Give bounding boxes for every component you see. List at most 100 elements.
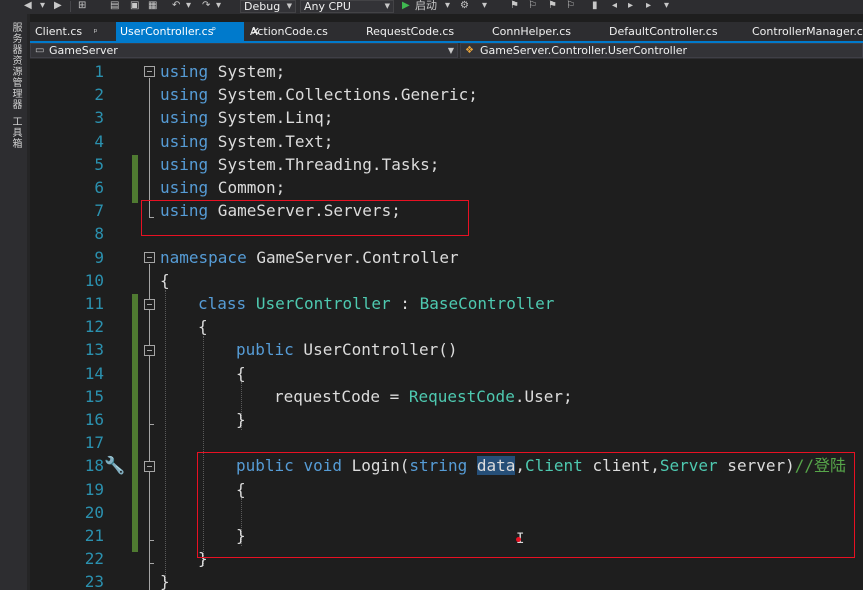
collapse-usings-icon[interactable] <box>144 66 155 77</box>
tab-client-cs[interactable]: Client.cs ᵖ <box>35 22 97 41</box>
code-token: Common; <box>208 178 286 197</box>
dropdown-arrow-icon[interactable]: ▾ <box>40 0 45 13</box>
platform-value: Any CPU <box>304 0 351 13</box>
pin-icon[interactable]: ᵖ <box>94 28 98 38</box>
tab-label: ControllerManager.cs <box>752 25 863 38</box>
navigation-bar: ▭ GameServer ▼ ❖ GameServer.Controller.U… <box>30 43 863 59</box>
bookmark-icon[interactable]: ▮ <box>592 0 598 13</box>
class-icon: ❖ <box>465 45 474 56</box>
tab-controllermanager-cs[interactable]: ControllerManager.cs <box>752 22 863 41</box>
project-dropdown[interactable]: ▭ GameServer ▼ <box>30 43 458 58</box>
new-project-icon[interactable]: ⊞ <box>78 0 86 13</box>
code-line: class UserController : BaseController <box>198 292 554 315</box>
line-number: 2 <box>94 85 104 105</box>
save-all-icon[interactable]: ▦ <box>148 0 157 13</box>
tab-usercontroller-cs[interactable]: UserController.cs ᵖ ✕ <box>116 22 260 41</box>
code-token: using <box>160 62 209 81</box>
undo-icon[interactable]: ↶ <box>172 0 180 13</box>
chevron-down-icon: ▼ <box>447 46 454 55</box>
code-line: using System.Threading.Tasks; <box>160 153 439 176</box>
tool-icon[interactable]: ⚑ <box>548 0 557 13</box>
bookmark-folder-icon[interactable]: ▸ <box>646 0 651 13</box>
document-tab-strip: Client.cs ᵖ UserController.cs ᵖ ✕ Action… <box>30 22 863 41</box>
redo-icon[interactable]: ↷ <box>202 0 210 13</box>
collapse-class-icon[interactable] <box>144 299 155 310</box>
configuration-select[interactable]: Debug ▼ <box>240 0 296 13</box>
code-token: System; <box>208 62 286 81</box>
tab-connhelper-cs[interactable]: ConnHelper.cs <box>492 22 571 41</box>
server-explorer-tab[interactable]: 服务器资源管理器 <box>8 22 23 110</box>
code-token: requestCode = <box>274 386 409 406</box>
line-number: 15 <box>84 386 104 406</box>
code-token: System.Linq; <box>208 108 334 128</box>
code-token: using <box>160 154 209 174</box>
tab-actioncode-cs[interactable]: ActionCode.cs <box>250 22 328 41</box>
tool-icon[interactable]: ⚑ <box>510 0 519 13</box>
dropdown-arrow-icon[interactable]: ▾ <box>186 0 191 13</box>
code-line: namespace GameServer.Controller <box>160 246 459 269</box>
change-indicator <box>132 155 138 203</box>
toolbox-tab[interactable]: 工具箱 <box>8 116 23 149</box>
code-token: RequestCode <box>408 386 515 406</box>
tab-requestcode-cs[interactable]: RequestCode.cs <box>366 22 454 41</box>
dropdown-arrow-icon[interactable]: ▾ <box>445 0 450 13</box>
line-number: 22 <box>84 549 104 569</box>
chevron-down-icon: ▼ <box>286 2 292 10</box>
dropdown-arrow-icon[interactable]: ▾ <box>482 0 487 13</box>
line-number: 18 <box>84 456 104 476</box>
quick-action-icon[interactable]: 🔧 <box>104 456 125 476</box>
toolbar-overflow-icon[interactable]: ▾ <box>664 0 669 13</box>
line-number-gutter: 1 2 3 4 5 6 7 8 9 10 11 12 13 14 15 16 17 18 19 20 21 22 23 <box>30 60 104 590</box>
code-line: using System.Collections.Generic; <box>160 83 478 106</box>
browser-link-icon[interactable]: ⚙ <box>460 0 469 13</box>
code-line: } <box>160 570 170 590</box>
collapse-namespace-icon[interactable] <box>144 252 155 263</box>
line-number: 5 <box>94 154 104 174</box>
tab-label: Client.cs <box>35 25 83 38</box>
code-token: public <box>236 340 294 360</box>
code-token: using <box>160 108 209 128</box>
code-token: { <box>160 270 170 290</box>
side-tool-strip: 服务器资源管理器 工具箱 <box>0 14 27 590</box>
start-debugging-icon[interactable]: ▶ <box>402 0 410 13</box>
red-marker-dot <box>516 537 521 542</box>
collapse-method-icon[interactable] <box>144 461 155 472</box>
line-number: 6 <box>94 178 104 197</box>
start-button-label[interactable]: 启动 <box>415 0 437 13</box>
code-editor[interactable]: 1 2 3 4 5 6 7 8 9 10 11 12 13 14 15 16 17 18 19 20 21 22 23 🔧 … <box>30 60 863 590</box>
pin-icon[interactable]: ᵖ <box>212 22 216 41</box>
member-dropdown[interactable]: ❖ GameServer.Controller.UserController <box>460 43 863 58</box>
line-number: 14 <box>84 363 104 383</box>
line-number: 20 <box>84 502 104 522</box>
chevron-down-icon: ▼ <box>384 2 390 10</box>
code-token: { <box>198 317 208 337</box>
highlight-box-using-servers <box>141 200 469 236</box>
platform-select[interactable]: Any CPU ▼ <box>300 0 394 13</box>
line-number: 13 <box>84 340 104 360</box>
navigate-forward-icon[interactable]: ▶ <box>54 0 62 13</box>
collapse-constructor-icon[interactable] <box>144 345 155 356</box>
line-number: 19 <box>84 479 104 499</box>
line-number: 8 <box>94 224 104 244</box>
tab-label: RequestCode.cs <box>366 25 455 38</box>
main-toolbar: ◀ ▾ ▶ ⊞ ▤ ▣ ▦ ↶ ▾ ↷ ▾ Debug ▼ Any CPU ▼ … <box>0 0 863 14</box>
code-line: requestCode = RequestCode.User; <box>274 385 573 408</box>
previous-bookmark-icon[interactable]: ◂ <box>612 0 617 13</box>
code-line: using Common; <box>160 176 285 199</box>
tab-defaultcontroller-cs[interactable]: DefaultController.cs <box>609 22 718 41</box>
code-token: } <box>236 410 246 429</box>
navigate-back-icon[interactable]: ◀ <box>24 0 32 13</box>
code-line: using System.Text; <box>160 130 333 153</box>
open-file-icon[interactable]: ▤ <box>110 0 119 13</box>
tool-icon[interactable]: ⚐ <box>566 0 575 13</box>
next-bookmark-icon[interactable]: ▸ <box>628 0 633 13</box>
code-line: { <box>198 315 208 338</box>
line-number: 4 <box>94 131 104 151</box>
code-line: } <box>236 408 246 431</box>
save-icon[interactable]: ▣ <box>130 0 139 13</box>
configuration-value: Debug <box>244 0 281 13</box>
tool-icon[interactable]: ⚐ <box>528 0 537 13</box>
line-number: 7 <box>94 201 104 221</box>
code-line: using System; <box>160 60 285 83</box>
dropdown-arrow-icon[interactable]: ▾ <box>216 0 221 13</box>
